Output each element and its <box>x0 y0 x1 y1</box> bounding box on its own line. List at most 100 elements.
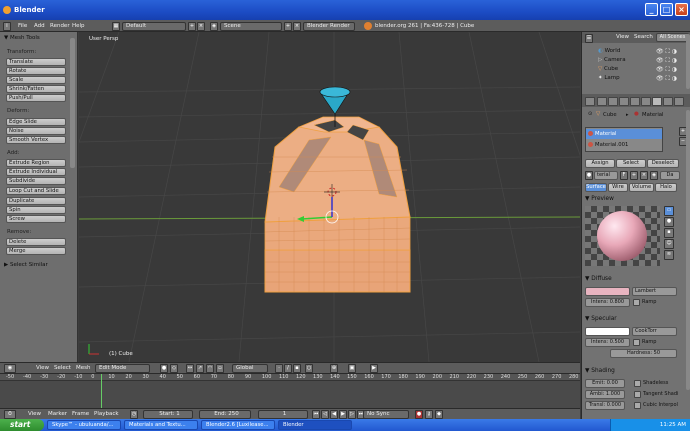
taskbar-item-blender-doc[interactable]: Blender2.6 [Luxilease... <box>201 420 275 430</box>
data-link-select[interactable]: Da <box>660 171 680 180</box>
specular-intensity-field[interactable]: Intens: 0.500 <box>585 338 630 347</box>
texture-tab-icon[interactable] <box>663 97 673 106</box>
insert-key-icon[interactable]: ◆ <box>435 410 443 419</box>
menu-file[interactable]: File <box>14 23 31 29</box>
unlink-material-icon[interactable]: × <box>640 171 648 180</box>
diffuse-shader-select[interactable]: Lambert <box>632 287 677 296</box>
proportional-edit-icon[interactable]: ○ <box>305 364 313 373</box>
mesh-tools-header[interactable]: ▼ Mesh Tools <box>4 35 40 41</box>
prev-key-icon[interactable]: ◁ <box>321 410 329 419</box>
layout-remove-button[interactable]: × <box>197 21 205 31</box>
material-tab-icon[interactable] <box>652 97 662 106</box>
rotate-button[interactable]: Rotate <box>6 67 66 75</box>
render-tab-icon[interactable] <box>597 97 607 106</box>
taskbar-item-skype[interactable]: Skype™ - ubuluanda/... <box>47 420 121 430</box>
preview-panel-header[interactable]: ▼ Preview <box>585 196 614 202</box>
orientation-select[interactable]: Global <box>232 364 268 373</box>
select-similar-header[interactable]: ▶ Select Similar <box>4 262 48 268</box>
shading-icon[interactable]: ● <box>160 364 168 373</box>
jump-start-icon[interactable]: ⏮ <box>312 410 320 419</box>
material-name-field[interactable]: terial <box>594 171 618 180</box>
diffuse-color-swatch[interactable] <box>585 287 630 296</box>
diffuse-ramp-checkbox[interactable] <box>633 299 640 306</box>
pin-icon[interactable]: ⊙ <box>588 111 592 117</box>
shrink-fatten-button[interactable]: Shrink/Fatten <box>6 85 66 93</box>
tab-wire[interactable]: Wire <box>608 183 628 192</box>
layout-select[interactable]: Default <box>122 21 186 31</box>
play-reverse-icon[interactable]: ◀ <box>330 410 338 419</box>
delete-button[interactable]: Delete <box>6 238 66 246</box>
extrude-individual-button[interactable]: Extrude Individual <box>6 168 66 176</box>
ambient-field[interactable]: Ambi: 1.000 <box>585 390 625 399</box>
tab-surface[interactable]: Surface <box>585 183 607 192</box>
editor-type-icon[interactable]: ◉ <box>4 364 16 373</box>
menu-help[interactable]: Help <box>68 23 89 29</box>
material-slot-list[interactable]: Material Material.001 <box>585 127 663 152</box>
duplicate-button[interactable]: Duplicate <box>6 197 66 205</box>
maximize-button[interactable]: □ <box>660 3 673 16</box>
object-tab-icon[interactable] <box>630 97 640 106</box>
3d-viewport[interactable]: User Persp (1) Cube <box>79 32 580 362</box>
editor-type-icon[interactable]: ⏱ <box>4 410 16 419</box>
translate-mode-icon[interactable]: ↗ <box>196 364 204 373</box>
specular-ramp-checkbox[interactable] <box>633 339 640 346</box>
material-slot-item[interactable]: Material <box>586 129 662 139</box>
screw-button[interactable]: Screw <box>6 215 66 223</box>
material-slot-item[interactable]: Material.001 <box>586 140 662 150</box>
scale-mode-icon[interactable]: ▫ <box>216 364 224 373</box>
menu-mesh[interactable]: Mesh <box>72 365 94 371</box>
minimize-button[interactable]: _ <box>645 3 658 16</box>
outliner-editor-icon[interactable]: ☰ <box>585 33 593 43</box>
editor-type-icon[interactable]: i <box>3 21 11 31</box>
emit-field[interactable]: Emit: 0.00 <box>585 379 625 388</box>
scale-button[interactable]: Scale <box>6 76 66 84</box>
scene-icon[interactable]: ◈ <box>210 21 218 31</box>
face-select-icon[interactable]: ▪ <box>293 364 301 373</box>
outliner-item-world[interactable]: ◐ World <box>598 47 620 56</box>
taskbar-item-blender[interactable]: Blender <box>278 420 352 430</box>
pivot-icon[interactable]: ◇ <box>170 364 178 373</box>
preview-sphere-icon[interactable]: ● <box>664 217 674 227</box>
taskbar-item-materials[interactable]: Materials and Textu... <box>124 420 198 430</box>
deselect-button[interactable]: Deselect <box>647 159 679 168</box>
current-frame-field[interactable]: 1 <box>258 410 308 419</box>
visibility-eye-icon[interactable]: 👁 ⛶ ◑ <box>656 57 677 65</box>
render-preview-icon[interactable]: ▣ <box>348 364 356 373</box>
timeline-editor[interactable]: -50 -40 -30 -20 -10 0 10 20 30 40 50 60 70 80 90 100 110… <box>0 373 580 409</box>
scene-remove-button[interactable]: × <box>293 21 301 31</box>
snap-icon[interactable]: ⊕ <box>330 364 338 373</box>
play-icon[interactable]: ▶ <box>339 410 347 419</box>
layout-icon[interactable]: ▦ <box>112 21 120 31</box>
edge-select-icon[interactable]: / <box>284 364 292 373</box>
visibility-eye-icon[interactable]: 👁 ⛶ ◑ <box>656 48 677 56</box>
modifier-tab-icon[interactable] <box>641 97 651 106</box>
diffuse-panel-header[interactable]: ▼ Diffuse <box>585 276 612 282</box>
smooth-vertex-button[interactable]: Smooth Vertex <box>6 136 66 144</box>
subdivide-button[interactable]: Subdivide <box>6 177 66 185</box>
vertex-select-icon[interactable]: · <box>275 364 283 373</box>
tab-volume[interactable]: Volume <box>629 183 654 192</box>
properties-editor-icon[interactable] <box>585 97 595 106</box>
spin-button[interactable]: Spin <box>6 206 66 214</box>
outliner-scenes-select[interactable]: All Scenes <box>656 33 689 42</box>
translucency-field[interactable]: Transl: 0.000 <box>585 401 625 410</box>
specular-panel-header[interactable]: ▼ Specular <box>585 316 617 322</box>
merge-button[interactable]: Merge <box>6 247 66 255</box>
visibility-eye-icon[interactable]: 👁 ⛶ ◑ <box>656 66 677 74</box>
tab-halo[interactable]: Halo <box>655 183 677 192</box>
push-pull-button[interactable]: Push/Pull <box>6 94 66 102</box>
layout-add-button[interactable]: + <box>188 21 196 31</box>
world-tab-icon[interactable] <box>619 97 629 106</box>
preview-cube-icon[interactable]: ▪ <box>664 228 674 238</box>
close-button[interactable]: × <box>675 3 688 16</box>
end-frame-field[interactable]: End: 250 <box>199 410 251 419</box>
tangent-shading-checkbox[interactable] <box>634 391 641 398</box>
edge-slide-button[interactable]: Edge Slide <box>6 118 66 126</box>
mode-select[interactable]: Edit Mode <box>95 364 150 373</box>
outliner-search-menu[interactable]: Search <box>630 34 657 40</box>
translate-button[interactable]: Translate <box>6 58 66 66</box>
new-material-icon[interactable]: + <box>630 171 638 180</box>
outliner-item-cube[interactable]: ▽ Cube <box>598 65 618 74</box>
preview-monkey-icon[interactable]: ☺ <box>664 239 674 249</box>
properties-scrollbar[interactable] <box>686 110 690 390</box>
